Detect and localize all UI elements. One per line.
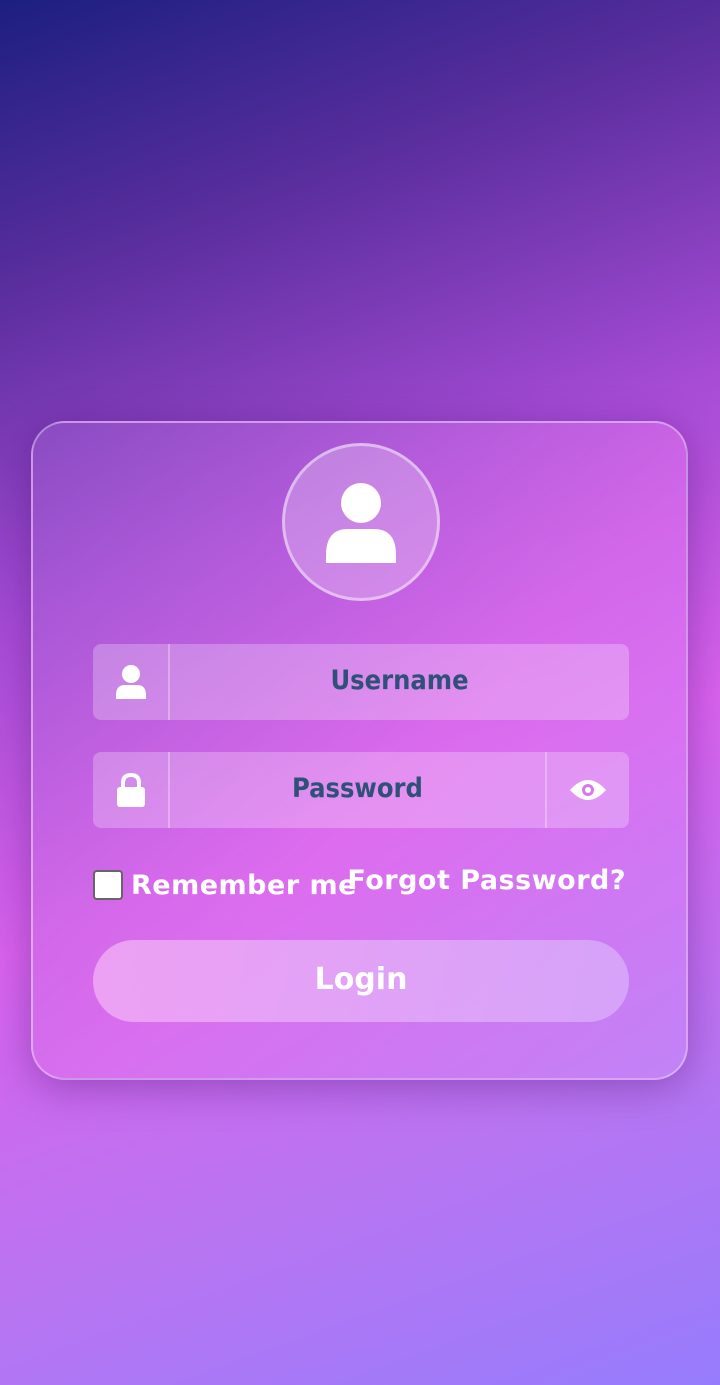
username-field[interactable]: Username [93,644,629,720]
login-card: Username Password Remember me Forgot Pas… [31,421,688,1080]
remember-me[interactable]: Remember me [93,867,357,903]
password-input[interactable]: Password [170,752,545,828]
remember-me-label[interactable]: Remember me [131,870,357,901]
lock-icon [116,773,145,807]
user-icon [326,483,396,563]
remember-me-checkbox[interactable] [93,870,123,900]
user-icon [115,665,146,699]
eye-icon[interactable] [569,777,607,803]
username-input[interactable]: Username [170,644,629,720]
login-button[interactable]: Login [93,940,629,1022]
password-toggle-button[interactable] [545,752,629,828]
avatar [282,443,440,601]
forgot-password-link[interactable]: Forgot Password? [347,863,626,899]
username-icon-cell [93,644,170,720]
password-icon-cell [93,752,170,828]
password-field[interactable]: Password [93,752,629,828]
